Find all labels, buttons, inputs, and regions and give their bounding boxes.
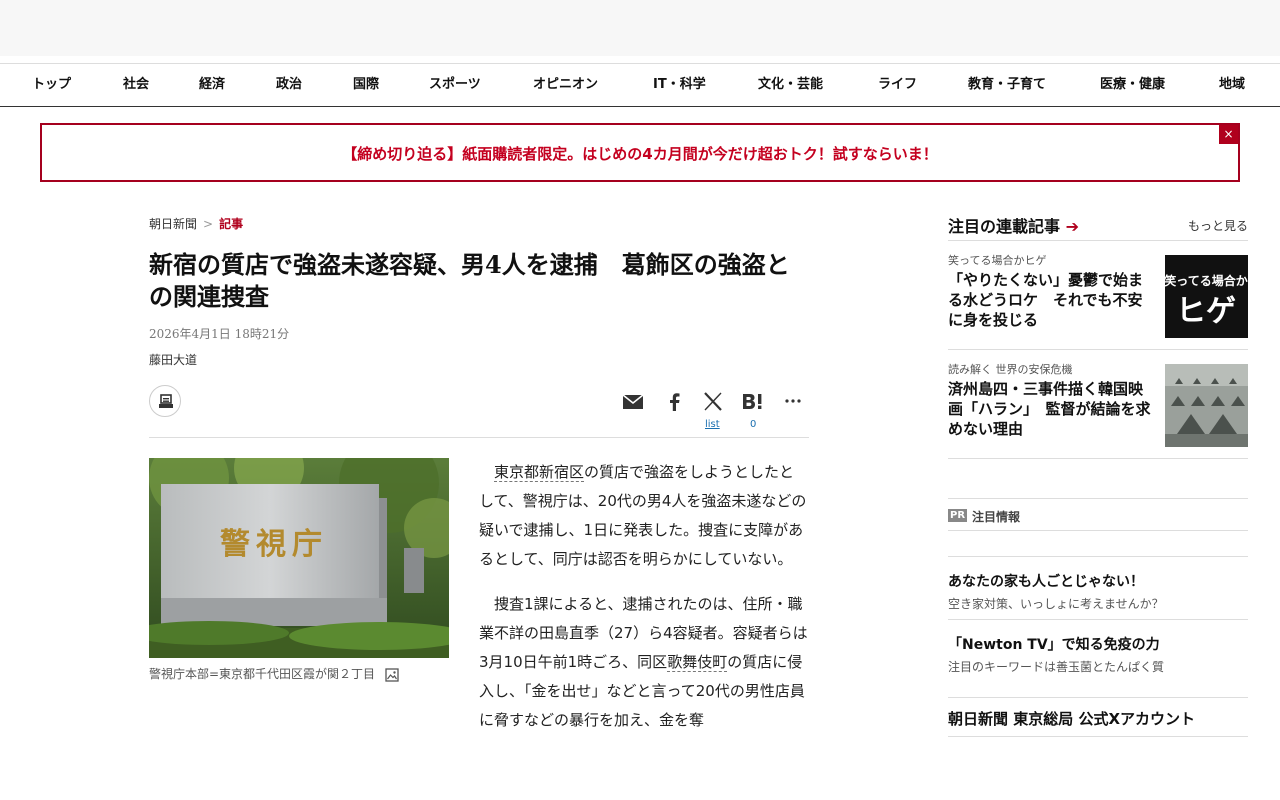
pr-badge: PR <box>948 509 968 522</box>
breadcrumb-separator: > <box>203 217 214 231</box>
pr-item[interactable]: あなたの家も人ごとじゃない！ 空き家対策、いっしょに考えませんか？ <box>948 556 1248 619</box>
series-card-thumbnail[interactable] <box>1165 364 1248 447</box>
x-account-link[interactable]: 朝日新聞 東京総局 公式Xアカウント <box>948 697 1248 737</box>
photo-caption: 警視庁本部=東京都千代田区霞が関２丁目 <box>149 665 399 682</box>
series-card[interactable]: 読み解く 世界の安保危機 済州島四・三事件描く韓国映画「ハラン」 監督が結論を求… <box>948 351 1248 459</box>
share-facebook-button[interactable] <box>661 388 687 416</box>
pr-item[interactable]: 「Newton TV」で知る免疫の力 注目のキーワードは善玉菌とたんぱく質 <box>948 619 1248 682</box>
x-icon <box>704 392 722 411</box>
article-photo[interactable]: 警視庁 <box>149 458 449 658</box>
page-bottom <box>0 748 1280 800</box>
pr-item-subtitle[interactable]: 空き家対策、いっしょに考えませんか？ <box>948 595 1164 612</box>
more-dots-icon <box>785 399 801 403</box>
breadcrumb: 朝日新聞 > 記事 <box>149 215 243 232</box>
article-body: 東京都新宿区の質店で強盗をしようとしたとして、警視庁は、20代の男4人を強盗未遂… <box>479 458 809 751</box>
breadcrumb-current[interactable]: 記事 <box>219 217 243 231</box>
image-gallery-icon[interactable] <box>385 667 399 682</box>
share-mail-button[interactable] <box>620 388 646 416</box>
nav-item-economy[interactable]: 経済 <box>199 64 225 106</box>
pr-item-subtitle[interactable]: 注目のキーワードは善玉菌とたんぱく質 <box>948 658 1164 675</box>
pr-item-title[interactable]: 「Newton TV」で知る免疫の力 <box>948 634 1160 654</box>
keyword-link-kabukicho[interactable]: 歌舞伎町 <box>667 653 728 672</box>
pr-item-title[interactable]: あなたの家も人ごとじゃない！ <box>948 571 1144 591</box>
body-fade <box>470 730 820 750</box>
nav-item-international[interactable]: 国際 <box>353 64 379 106</box>
nav-item-culture[interactable]: 文化・芸能 <box>758 64 823 106</box>
promo-text[interactable]: 【締め切り迫る】紙面購読者限定。はじめの4カ月間が今だけ超おトク！試すならいま！ <box>42 143 1238 164</box>
series-card-kicker[interactable]: 読み解く 世界の安保危機 <box>948 361 1073 377</box>
nav-item-opinion[interactable]: オピニオン <box>533 64 598 106</box>
x-account-title[interactable]: 朝日新聞 東京総局 公式Xアカウント <box>948 708 1195 729</box>
thumb-text-small: 笑ってる場合か <box>1165 273 1248 288</box>
nav-item-education[interactable]: 教育・子育て <box>968 64 1046 106</box>
main-nav: トップ 社会 経済 政治 国際 スポーツ オピニオン IT・科学 文化・芸能 ラ… <box>0 63 1280 107</box>
facebook-icon <box>670 393 680 411</box>
share-hatena-button[interactable] <box>740 388 766 416</box>
series-card-title[interactable]: 済州島四・三事件描く韓国映画「ハラン」 監督が結論を求めない理由 <box>948 379 1156 439</box>
article-paragraph: 捜査1課によると、逮捕されたのは、住所・職業不詳の田島直季（27）ら4容疑者。容… <box>479 595 808 729</box>
photo-sign-text: 警視庁 <box>220 527 328 562</box>
photo-caption-text: 警視庁本部=東京都千代田区霞が関２丁目 <box>149 667 376 681</box>
promo-close-button[interactable]: × <box>1219 125 1238 144</box>
nav-item-sports[interactable]: スポーツ <box>429 64 481 106</box>
print-icon <box>159 394 173 408</box>
pr-label: 注目情報 <box>972 510 1021 524</box>
pr-header: PR 注目情報 <box>948 498 1248 531</box>
share-more-button[interactable] <box>781 388 807 416</box>
nav-item-it-science[interactable]: IT・科学 <box>653 64 706 106</box>
nav-item-life[interactable]: ライフ <box>878 64 917 106</box>
mail-icon <box>622 394 644 409</box>
featured-series-title[interactable]: 注目の連載記事 ➔ <box>948 213 1079 237</box>
nav-item-society[interactable]: 社会 <box>123 64 149 106</box>
featured-series-header: 注目の連載記事 ➔ もっと見る <box>948 213 1248 241</box>
nav-item-region[interactable]: 地域 <box>1219 64 1245 106</box>
keyword-link-shinjuku[interactable]: 東京都新宿区 <box>494 463 585 482</box>
series-card[interactable]: 笑ってる場合かヒゲ 「やりたくない」憂鬱で始まる水どうロケ それでも不安に身を投… <box>948 242 1248 350</box>
article-author[interactable]: 藤田大道 <box>149 351 197 368</box>
promo-banner[interactable]: 【締め切り迫る】紙面購読者限定。はじめの4カ月間が今だけ超おトク！試すならいま！… <box>40 123 1240 182</box>
nav-item-health[interactable]: 医療・健康 <box>1100 64 1165 106</box>
more-link[interactable]: もっと見る <box>1188 217 1248 234</box>
print-button[interactable] <box>149 385 181 417</box>
article-title: 新宿の質店で強盗未遂容疑、男4人を逮捕 葛飾区の強盗との関連捜査 <box>149 250 790 311</box>
top-header-bar <box>0 0 1280 56</box>
share-hatena-count[interactable]: 0 <box>750 419 756 430</box>
share-x-button[interactable] <box>700 388 726 416</box>
series-card-title[interactable]: 「やりたくない」憂鬱で始まる水どうロケ それでも不安に身を投じる <box>948 270 1156 330</box>
share-divider <box>149 437 809 438</box>
arrow-right-icon: ➔ <box>1065 217 1079 236</box>
share-x-list-link[interactable]: list <box>705 419 720 430</box>
series-card-thumbnail[interactable]: 笑ってる場合か ヒゲ <box>1164 255 1248 338</box>
nav-item-politics[interactable]: 政治 <box>276 64 302 106</box>
breadcrumb-home-link[interactable]: 朝日新聞 <box>149 217 197 231</box>
series-card-kicker[interactable]: 笑ってる場合かヒゲ <box>948 252 1046 268</box>
thumb-text-big: ヒゲ <box>1176 294 1236 329</box>
nav-item-top[interactable]: トップ <box>32 64 71 106</box>
article-date: 2026年4月1日 18時21分 <box>149 327 290 341</box>
hatena-bookmark-icon <box>743 394 762 409</box>
article-paragraph: 東京都新宿区の質店で強盗をしようとしたとして、警視庁は、20代の男4人を強盗未遂… <box>479 463 807 568</box>
